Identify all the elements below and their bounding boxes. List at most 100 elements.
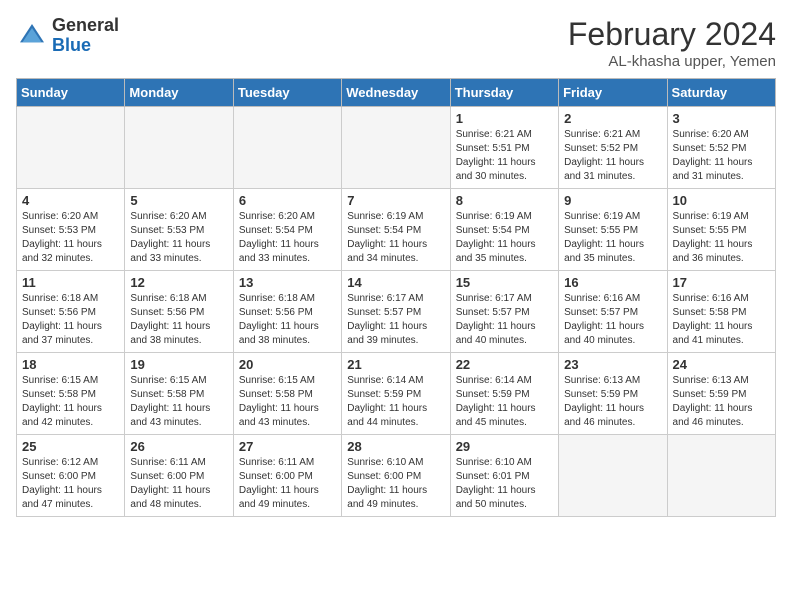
calendar-cell: 28 Sunrise: 6:10 AM Sunset: 6:00 PM Dayli… xyxy=(342,435,450,517)
day-number: 7 xyxy=(347,193,444,208)
day-number: 25 xyxy=(22,439,119,454)
calendar-cell xyxy=(559,435,667,517)
day-info: Sunrise: 6:16 AM Sunset: 5:57 PM Dayligh… xyxy=(564,292,661,348)
day-info: Sunrise: 6:16 AM Sunset: 5:58 PM Dayligh… xyxy=(673,292,770,348)
day-number: 9 xyxy=(564,193,661,208)
day-number: 12 xyxy=(130,275,227,290)
logo-general: General xyxy=(52,15,119,35)
calendar-cell: 26Sunrise: 6:11 AM Sunset: 6:00 PM Dayli… xyxy=(125,435,233,517)
day-number: 21 xyxy=(347,357,444,372)
calendar-cell xyxy=(342,107,450,189)
day-info: Sunrise: 6:17 AM Sunset: 5:57 PM Dayligh… xyxy=(347,292,444,348)
logo-icon xyxy=(16,20,48,52)
day-info: Sunrise: 6:18 AM Sunset: 5:56 PM Dayligh… xyxy=(239,292,336,348)
calendar-cell: 27 Sunrise: 6:11 AM Sunset: 6:00 PM Dayli… xyxy=(233,435,341,517)
day-info: Sunrise: 6:19 AM Sunset: 5:54 PM Dayligh… xyxy=(456,210,553,266)
day-number: 10 xyxy=(673,193,770,208)
day-number: 29 xyxy=(456,439,553,454)
day-info: Sunrise: 6:18 AM Sunset: 5:56 PM Dayligh… xyxy=(22,292,119,348)
day-number: 3 xyxy=(673,111,770,126)
calendar-cell: 14Sunrise: 6:17 AM Sunset: 5:57 PM Dayli… xyxy=(342,271,450,353)
day-info: Sunrise: 6:13 AM Sunset: 5:59 PM Dayligh… xyxy=(564,374,661,430)
calendar-cell: 18 Sunrise: 6:15 AM Sunset: 5:58 PM Dayli… xyxy=(17,353,125,435)
calendar-cell: 15 Sunrise: 6:17 AM Sunset: 5:57 PM Dayli… xyxy=(450,271,558,353)
day-number: 28 xyxy=(347,439,444,454)
day-number: 13 xyxy=(239,275,336,290)
calendar-cell xyxy=(125,107,233,189)
calendar-cell: 6Sunrise: 6:20 AM Sunset: 5:54 PM Daylig… xyxy=(233,189,341,271)
day-info: Sunrise: 6:17 AM Sunset: 5:57 PM Dayligh… xyxy=(456,292,553,348)
day-number: 4 xyxy=(22,193,119,208)
day-info: Sunrise: 6:11 AM Sunset: 6:00 PM Dayligh… xyxy=(239,456,336,512)
calendar-cell xyxy=(233,107,341,189)
calendar-header: SundayMondayTuesdayWednesdayThursdayFrid… xyxy=(17,79,776,107)
calendar-table: SundayMondayTuesdayWednesdayThursdayFrid… xyxy=(16,78,776,517)
location-subtitle: AL-khasha upper, Yemen xyxy=(568,53,776,70)
calendar-cell: 4Sunrise: 6:20 AM Sunset: 5:53 PM Daylig… xyxy=(17,189,125,271)
week-row-5: 25 Sunrise: 6:12 AM Sunset: 6:00 PM Dayli… xyxy=(17,435,776,517)
calendar-cell: 2 Sunrise: 6:21 AM Sunset: 5:52 PM Daylig… xyxy=(559,107,667,189)
day-number: 2 xyxy=(564,111,661,126)
calendar-cell: 10Sunrise: 6:19 AM Sunset: 5:55 PM Dayli… xyxy=(667,189,775,271)
day-info: Sunrise: 6:10 AM Sunset: 6:00 PM Dayligh… xyxy=(347,456,444,512)
calendar-cell: 11 Sunrise: 6:18 AM Sunset: 5:56 PM Dayli… xyxy=(17,271,125,353)
day-info: Sunrise: 6:15 AM Sunset: 5:58 PM Dayligh… xyxy=(239,374,336,430)
day-number: 11 xyxy=(22,275,119,290)
day-number: 26 xyxy=(130,439,227,454)
header-row: SundayMondayTuesdayWednesdayThursdayFrid… xyxy=(17,79,776,107)
day-info: Sunrise: 6:13 AM Sunset: 5:59 PM Dayligh… xyxy=(673,374,770,430)
day-info: Sunrise: 6:15 AM Sunset: 5:58 PM Dayligh… xyxy=(22,374,119,430)
day-info: Sunrise: 6:21 AM Sunset: 5:51 PM Dayligh… xyxy=(456,128,553,184)
day-number: 1 xyxy=(456,111,553,126)
day-header-monday: Monday xyxy=(125,79,233,107)
day-number: 22 xyxy=(456,357,553,372)
day-number: 24 xyxy=(673,357,770,372)
day-header-friday: Friday xyxy=(559,79,667,107)
page-header: General Blue February 2024 AL-khasha upp… xyxy=(16,16,776,70)
calendar-cell: 12Sunrise: 6:18 AM Sunset: 5:56 PM Dayli… xyxy=(125,271,233,353)
day-info: Sunrise: 6:19 AM Sunset: 5:54 PM Dayligh… xyxy=(347,210,444,266)
logo-blue: Blue xyxy=(52,35,91,55)
calendar-cell: 29 Sunrise: 6:10 AM Sunset: 6:01 PM Dayli… xyxy=(450,435,558,517)
day-info: Sunrise: 6:14 AM Sunset: 5:59 PM Dayligh… xyxy=(456,374,553,430)
week-row-2: 4 Sunrise: 6:20 AM Sunset: 5:53 PM Daylig… xyxy=(17,189,776,271)
calendar-cell: 21 Sunrise: 6:14 AM Sunset: 5:59 PM Dayli… xyxy=(342,353,450,435)
day-number: 15 xyxy=(456,275,553,290)
calendar-cell: 7 Sunrise: 6:19 AM Sunset: 5:54 PM Daylig… xyxy=(342,189,450,271)
day-header-saturday: Saturday xyxy=(667,79,775,107)
day-number: 16 xyxy=(564,275,661,290)
day-number: 18 xyxy=(22,357,119,372)
day-info: Sunrise: 6:10 AM Sunset: 6:01 PM Dayligh… xyxy=(456,456,553,512)
day-number: 5 xyxy=(130,193,227,208)
day-info: Sunrise: 6:20 AM Sunset: 5:53 PM Dayligh… xyxy=(130,210,227,266)
calendar-cell: 13 Sunrise: 6:18 AM Sunset: 5:56 PM Dayli… xyxy=(233,271,341,353)
calendar-cell: 16 Sunrise: 6:16 AM Sunset: 5:57 PM Dayli… xyxy=(559,271,667,353)
day-number: 23 xyxy=(564,357,661,372)
day-header-wednesday: Wednesday xyxy=(342,79,450,107)
week-row-3: 11 Sunrise: 6:18 AM Sunset: 5:56 PM Dayli… xyxy=(17,271,776,353)
day-number: 17 xyxy=(673,275,770,290)
day-info: Sunrise: 6:12 AM Sunset: 6:00 PM Dayligh… xyxy=(22,456,119,512)
calendar-cell: 1 Sunrise: 6:21 AM Sunset: 5:51 PM Daylig… xyxy=(450,107,558,189)
calendar-cell: 20 Sunrise: 6:15 AM Sunset: 5:58 PM Dayli… xyxy=(233,353,341,435)
calendar-cell: 17 Sunrise: 6:16 AM Sunset: 5:58 PM Dayli… xyxy=(667,271,775,353)
calendar-body: 1 Sunrise: 6:21 AM Sunset: 5:51 PM Daylig… xyxy=(17,107,776,517)
calendar-cell: 24 Sunrise: 6:13 AM Sunset: 5:59 PM Dayli… xyxy=(667,353,775,435)
day-number: 20 xyxy=(239,357,336,372)
day-info: Sunrise: 6:20 AM Sunset: 5:54 PM Dayligh… xyxy=(239,210,336,266)
calendar-cell: 19Sunrise: 6:15 AM Sunset: 5:58 PM Dayli… xyxy=(125,353,233,435)
logo: General Blue xyxy=(16,16,119,56)
day-info: Sunrise: 6:19 AM Sunset: 5:55 PM Dayligh… xyxy=(564,210,661,266)
day-info: Sunrise: 6:14 AM Sunset: 5:59 PM Dayligh… xyxy=(347,374,444,430)
day-number: 19 xyxy=(130,357,227,372)
month-year-title: February 2024 xyxy=(568,16,776,53)
day-header-tuesday: Tuesday xyxy=(233,79,341,107)
day-number: 27 xyxy=(239,439,336,454)
calendar-cell: 3Sunrise: 6:20 AM Sunset: 5:52 PM Daylig… xyxy=(667,107,775,189)
week-row-4: 18 Sunrise: 6:15 AM Sunset: 5:58 PM Dayli… xyxy=(17,353,776,435)
calendar-cell: 25 Sunrise: 6:12 AM Sunset: 6:00 PM Dayli… xyxy=(17,435,125,517)
title-block: February 2024 AL-khasha upper, Yemen xyxy=(568,16,776,70)
calendar-cell xyxy=(667,435,775,517)
calendar-cell: 5 Sunrise: 6:20 AM Sunset: 5:53 PM Daylig… xyxy=(125,189,233,271)
day-info: Sunrise: 6:21 AM Sunset: 5:52 PM Dayligh… xyxy=(564,128,661,184)
